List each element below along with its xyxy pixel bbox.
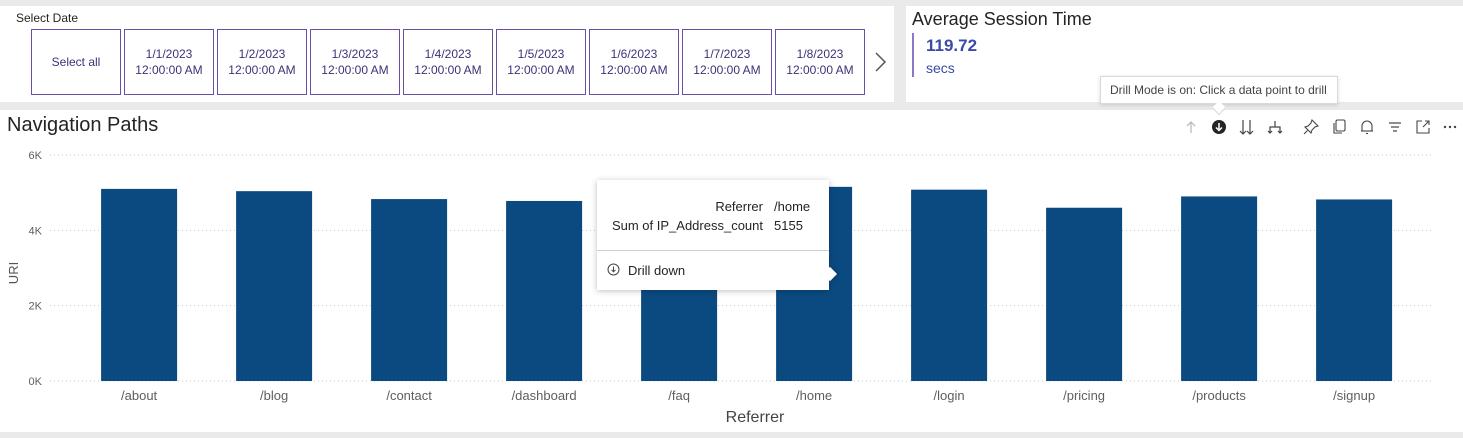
drill-down-button[interactable]: Drill down xyxy=(597,251,829,290)
pin-icon[interactable] xyxy=(1302,118,1320,136)
slicer-item-time-label: 12:00:00 AM xyxy=(600,63,668,77)
slicer-item-select-all[interactable]: Select all xyxy=(31,29,121,95)
chevron-right-icon[interactable] xyxy=(872,50,888,74)
bar[interactable] xyxy=(1181,196,1258,381)
more-options-icon[interactable] xyxy=(1441,118,1459,136)
chart-title: Navigation Paths xyxy=(7,114,159,136)
x-tick-label: /pricing xyxy=(1063,388,1105,403)
slicer-item-label: Select all xyxy=(51,55,101,69)
slicer-item-date[interactable]: 1/8/2023 12:00:00 AM xyxy=(775,29,865,95)
x-tick-label: /blog xyxy=(260,388,288,403)
x-tick-label: /products xyxy=(1192,388,1246,403)
tooltip-label: Referrer xyxy=(715,199,763,214)
next-level-icon[interactable] xyxy=(1238,118,1256,136)
kpi-unit: secs xyxy=(926,60,955,76)
slicer-item-date-label: 1/2/2023 xyxy=(238,47,286,61)
alert-icon[interactable] xyxy=(1358,118,1376,136)
x-tick-label: /about xyxy=(121,388,158,403)
slicer-item-date-label: 1/6/2023 xyxy=(610,47,658,61)
slicer-item-time-label: 12:00:00 AM xyxy=(786,63,854,77)
slicer-item-date-label: 1/3/2023 xyxy=(331,47,379,61)
slicer-item-date[interactable]: 1/3/2023 12:00:00 AM xyxy=(310,29,400,95)
drill-mode-icon[interactable] xyxy=(1210,118,1228,136)
bar[interactable] xyxy=(236,191,313,381)
bar[interactable] xyxy=(371,199,448,381)
slicer-item-time-label: 12:00:00 AM xyxy=(414,63,482,77)
tooltip-value: /home xyxy=(774,199,811,214)
filter-icon[interactable] xyxy=(1386,118,1404,136)
x-tick-label: /faq xyxy=(668,388,690,403)
slicer-item-date[interactable]: 1/7/2023 12:00:00 AM xyxy=(682,29,772,95)
tooltip-label: Sum of IP_Address_count xyxy=(611,218,763,233)
x-tick-label: /login xyxy=(934,388,965,403)
x-tick-label: /home xyxy=(796,388,832,403)
slicer-item-date[interactable]: 1/4/2023 12:00:00 AM xyxy=(403,29,493,95)
y-tick-label: 4K xyxy=(29,225,43,237)
kpi-title: Average Session Time xyxy=(912,9,1092,29)
drill-down-icon xyxy=(607,263,620,276)
slicer-item-date-label: 1/5/2023 xyxy=(517,47,565,61)
y-tick-label: 6K xyxy=(29,150,43,162)
drill-down-label: Drill down xyxy=(628,263,686,278)
bar[interactable] xyxy=(911,189,988,381)
x-tick-label: /dashboard xyxy=(512,388,577,403)
slicer-item-date[interactable]: 1/5/2023 12:00:00 AM xyxy=(496,29,586,95)
slicer-item-time-label: 12:00:00 AM xyxy=(228,63,296,77)
slicer-items: Select all 1/1/2023 12:00:00 AM 1/2/2023… xyxy=(31,29,865,95)
slicer-item-date-label: 1/8/2023 xyxy=(796,47,844,61)
copy-icon[interactable] xyxy=(1330,118,1348,136)
slicer-item-time-label: 12:00:00 AM xyxy=(507,63,575,77)
slicer-item-date-label: 1/7/2023 xyxy=(703,47,751,61)
slicer-item-date[interactable]: 1/2/2023 12:00:00 AM xyxy=(217,29,307,95)
kpi-value: 119.72 xyxy=(926,36,978,55)
bar[interactable] xyxy=(506,200,583,381)
navigation-paths-card: 0K 2K 4K 6K/about/blog/contact/dashboard/fa… xyxy=(0,110,1463,432)
x-tick-label: /contact xyxy=(386,388,432,403)
bar[interactable] xyxy=(101,188,178,381)
kpi-accent-bar xyxy=(912,33,914,77)
y-axis-label: URI xyxy=(6,262,21,284)
slicer-title: Select Date xyxy=(16,11,79,25)
bar[interactable] xyxy=(1316,199,1393,381)
slicer-item-time-label: 12:00:00 AM xyxy=(693,63,761,77)
tooltip-value: 5155 xyxy=(774,218,803,233)
slicer-item-date-label: 1/4/2023 xyxy=(424,47,472,61)
expand-hierarchy-icon[interactable] xyxy=(1266,118,1284,136)
slicer-item-date[interactable]: 1/6/2023 12:00:00 AM xyxy=(589,29,679,95)
slicer-item-date-label: 1/1/2023 xyxy=(145,47,193,61)
slicer-item-date[interactable]: 1/1/2023 12:00:00 AM xyxy=(124,29,214,95)
slicer-item-time-label: 12:00:00 AM xyxy=(321,63,389,77)
data-point-tooltip: Referrer /home Sum of IP_Address_count 5… xyxy=(597,180,829,290)
focus-mode-icon[interactable] xyxy=(1414,118,1432,136)
y-tick-label: 2K xyxy=(29,301,43,313)
x-axis-label: Referrer xyxy=(726,409,785,426)
y-tick-label: 0K xyxy=(29,376,43,388)
slicer-item-time-label: 12:00:00 AM xyxy=(135,63,203,77)
drill-up-icon[interactable] xyxy=(1182,118,1200,136)
drill-mode-tooltip: Drill Mode is on: Click a data point to … xyxy=(1100,76,1338,104)
date-slicer-card: Select Date Select all 1/1/2023 12:00:00… xyxy=(0,6,894,102)
x-tick-label: /signup xyxy=(1333,388,1375,403)
bar[interactable] xyxy=(1046,207,1123,381)
